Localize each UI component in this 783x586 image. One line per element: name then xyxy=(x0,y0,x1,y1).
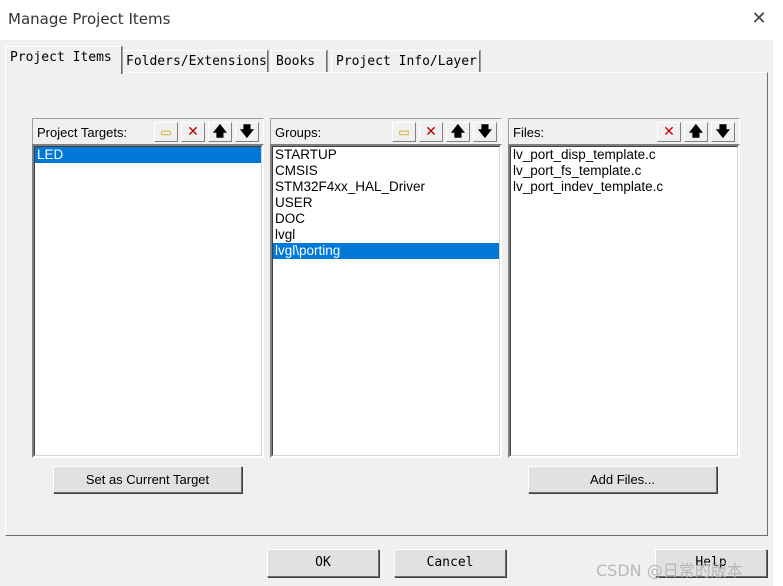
move-up-icon[interactable]: 🡅 xyxy=(208,122,232,142)
list-item[interactable]: LED xyxy=(35,147,261,163)
list-item[interactable]: DOC xyxy=(273,211,499,227)
project-targets-group: Project Targets: ▭ ✕ 🡅 🡇 LED xyxy=(32,118,264,458)
move-up-icon[interactable]: 🡅 xyxy=(684,122,708,142)
project-targets-label: Project Targets: xyxy=(37,125,128,140)
project-targets-header: Project Targets: ▭ ✕ 🡅 🡇 xyxy=(32,118,264,144)
files-label: Files: xyxy=(513,125,545,140)
set-current-target-button[interactable]: Set as Current Target xyxy=(53,466,242,493)
groups-header: Groups: ▭ ✕ 🡅 🡇 xyxy=(270,118,502,144)
files-list[interactable]: lv_port_disp_template.c lv_port_fs_templ… xyxy=(508,144,740,458)
list-item[interactable]: lvgl xyxy=(273,227,499,243)
tab-project-info-layer[interactable]: Project Info/Layer xyxy=(331,50,480,73)
add-files-button[interactable]: Add Files... xyxy=(528,466,717,493)
delete-icon[interactable]: ✕ xyxy=(419,122,443,142)
cancel-button[interactable]: Cancel xyxy=(394,549,506,577)
list-item[interactable]: lv_port_disp_template.c xyxy=(511,147,737,163)
title-bar: Manage Project Items ✕ xyxy=(0,0,783,40)
new-item-icon[interactable]: ▭ xyxy=(154,122,178,142)
list-item[interactable]: lv_port_indev_template.c xyxy=(511,179,737,195)
move-down-icon[interactable]: 🡇 xyxy=(711,122,735,142)
tab-folders-extensions[interactable]: Folders/Extensions xyxy=(121,50,268,73)
move-down-icon[interactable]: 🡇 xyxy=(473,122,497,142)
groups-list[interactable]: STARTUP CMSIS STM32F4xx_HAL_Driver USER … xyxy=(270,144,502,458)
delete-icon[interactable]: ✕ xyxy=(657,122,681,142)
files-group: Files: ✕ 🡅 🡇 lv_port_disp_template.c lv_… xyxy=(508,118,740,458)
groups-label: Groups: xyxy=(275,125,322,140)
window-edge xyxy=(773,40,783,586)
list-item[interactable]: STARTUP xyxy=(273,147,499,163)
tab-project-items[interactable]: Project Items xyxy=(5,46,122,74)
close-icon[interactable]: ✕ xyxy=(748,8,770,30)
project-targets-list[interactable]: LED xyxy=(32,144,264,458)
tab-books[interactable]: Books xyxy=(271,50,327,73)
files-header: Files: ✕ 🡅 🡇 xyxy=(508,118,740,144)
watermark: CSDN @日常的版本 xyxy=(596,561,743,580)
new-item-icon[interactable]: ▭ xyxy=(392,122,416,142)
list-item[interactable]: CMSIS xyxy=(273,163,499,179)
list-item[interactable]: lv_port_fs_template.c xyxy=(511,163,737,179)
list-item[interactable]: USER xyxy=(273,195,499,211)
delete-icon[interactable]: ✕ xyxy=(181,122,205,142)
list-item[interactable]: STM32F4xx_HAL_Driver xyxy=(273,179,499,195)
list-item[interactable]: lvgl\porting xyxy=(273,243,499,259)
move-up-icon[interactable]: 🡅 xyxy=(446,122,470,142)
move-down-icon[interactable]: 🡇 xyxy=(235,122,259,142)
groups-group: Groups: ▭ ✕ 🡅 🡇 STARTUP CMSIS STM32F4xx_… xyxy=(270,118,502,458)
ok-button[interactable]: OK xyxy=(267,549,379,577)
window-title: Manage Project Items xyxy=(8,10,171,28)
